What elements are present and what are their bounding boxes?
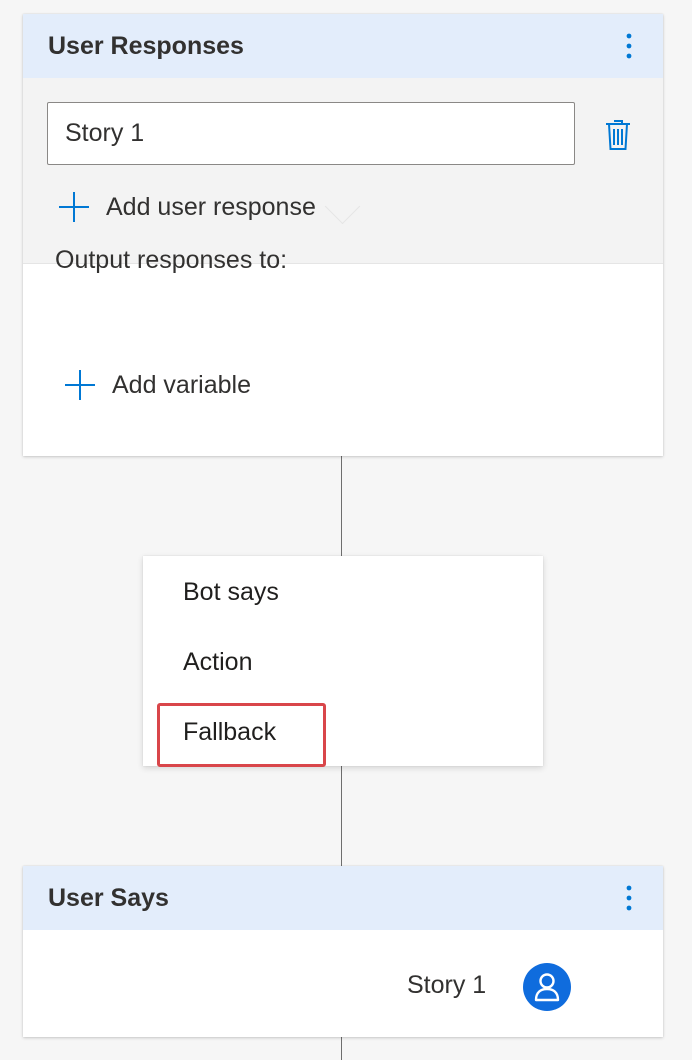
trash-icon[interactable] [603, 118, 633, 152]
connector-line-top [341, 456, 342, 556]
user-says-body: Story 1 [23, 930, 663, 1035]
add-user-response-label: Add user response [106, 192, 316, 221]
user-responses-card: User Responses Story 1 Add user response… [23, 14, 663, 456]
add-variable-label: Add variable [112, 370, 251, 399]
menu-item-fallback[interactable]: Fallback [183, 718, 276, 747]
add-variable-button[interactable]: Add variable [63, 368, 251, 402]
connector-line-middle [341, 766, 342, 866]
user-says-header: User Says [23, 866, 663, 930]
user-responses-title: User Responses [48, 31, 244, 60]
user-response-input[interactable] [47, 102, 575, 165]
menu-item-bot-says[interactable]: Bot says [183, 578, 279, 607]
user-responses-body: Add user response [23, 78, 663, 264]
user-says-title: User Says [48, 883, 169, 912]
user-responses-header: User Responses [23, 14, 663, 78]
connector-line-bottom [341, 1037, 342, 1060]
output-responses-label: Output responses to: [55, 246, 288, 274]
plus-icon [57, 190, 91, 224]
add-node-menu: Bot says Action Fallback [143, 556, 543, 766]
person-icon [523, 963, 571, 1011]
plus-icon [63, 368, 97, 402]
more-options-icon[interactable] [617, 26, 641, 66]
user-says-card: User Says Story 1 [23, 866, 663, 1037]
more-options-icon[interactable] [617, 878, 641, 918]
add-user-response-button[interactable]: Add user response [57, 190, 316, 224]
menu-item-action[interactable]: Action [183, 648, 252, 677]
user-says-text: Story 1 [407, 971, 487, 999]
